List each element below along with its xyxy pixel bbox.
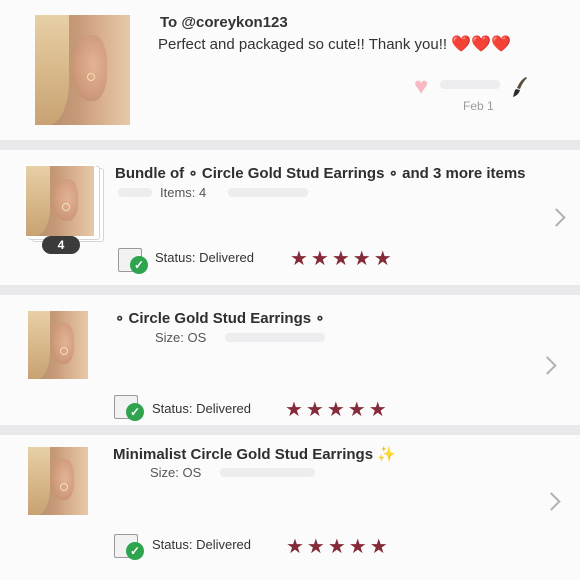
chevron-right-icon[interactable] xyxy=(538,356,557,375)
message-card: To @coreykon123 Perfect and packaged so … xyxy=(0,0,580,140)
order-card[interactable]: ∘ Circle Gold Stud Earrings ∘ Size: OS ✓… xyxy=(0,295,580,425)
photo-hair xyxy=(35,15,70,125)
rating-stars: ★★★★★ xyxy=(286,536,391,558)
status-value: Delivered xyxy=(196,537,252,552)
rating-stars: ★★★★★ xyxy=(285,399,390,421)
photo-earring xyxy=(60,483,68,491)
order-product-photo[interactable] xyxy=(28,311,88,379)
status-text: Status: Delivered xyxy=(152,537,251,552)
blurred-detail xyxy=(118,188,152,197)
photo-hair xyxy=(26,166,51,236)
check-icon: ✓ xyxy=(126,542,144,560)
order-title[interactable]: Bundle of ∘ Circle Gold Stud Earrings ∘ … xyxy=(115,164,526,182)
photo-ear xyxy=(52,459,74,501)
order-size: Size: OS xyxy=(155,330,207,345)
order-size: Size: OS xyxy=(150,465,202,480)
heart-icon[interactable]: ♥ xyxy=(414,73,428,101)
item-count-badge: 4 xyxy=(42,236,80,254)
user-avatar-icon[interactable] xyxy=(512,76,528,98)
order-title[interactable]: Minimalist Circle Gold Stud Earrings ✨ xyxy=(113,445,396,463)
order-title[interactable]: ∘ Circle Gold Stud Earrings ∘ xyxy=(115,309,325,327)
message-product-photo[interactable] xyxy=(35,15,130,125)
order-card[interactable]: Minimalist Circle Gold Stud Earrings ✨ S… xyxy=(0,435,580,580)
photo-earring xyxy=(62,203,70,211)
blurred-detail xyxy=(225,333,325,342)
status-text: Status: Delivered xyxy=(152,401,251,416)
photo-ear xyxy=(73,34,108,101)
chevron-right-icon[interactable] xyxy=(547,208,566,227)
order-card[interactable]: 4 Bundle of ∘ Circle Gold Stud Earrings … xyxy=(0,150,580,285)
status-text: Status: Delivered xyxy=(155,250,254,265)
status-value: Delivered xyxy=(199,250,255,265)
message-text: Perfect and packaged so cute!! Thank you… xyxy=(158,34,511,54)
photo-ear xyxy=(53,178,78,221)
hearts-emoji: ❤️❤️❤️ xyxy=(451,36,512,53)
status-label: Status: xyxy=(155,250,196,265)
message-recipient[interactable]: To @coreykon123 xyxy=(160,14,288,31)
check-icon: ✓ xyxy=(126,403,144,421)
photo-earring xyxy=(87,73,95,81)
status-label: Status: xyxy=(152,537,193,552)
message-date: Feb 1 xyxy=(463,99,494,113)
order-items-count: Items: 4 xyxy=(160,185,207,200)
blurred-detail xyxy=(228,188,308,197)
order-product-photo[interactable] xyxy=(24,164,96,238)
check-icon: ✓ xyxy=(130,256,148,274)
message-body-text: Perfect and packaged so cute!! Thank you… xyxy=(158,36,452,53)
blurred-username xyxy=(440,80,500,89)
photo-hair xyxy=(28,311,50,379)
photo-ear xyxy=(52,323,74,365)
status-value: Delivered xyxy=(196,401,252,416)
order-product-photo[interactable] xyxy=(28,447,88,515)
chevron-right-icon[interactable] xyxy=(542,492,561,511)
blurred-detail xyxy=(220,468,315,477)
photo-earring xyxy=(60,347,68,355)
rating-stars: ★★★★★ xyxy=(290,248,395,270)
status-label: Status: xyxy=(152,401,193,416)
photo-hair xyxy=(28,447,50,515)
